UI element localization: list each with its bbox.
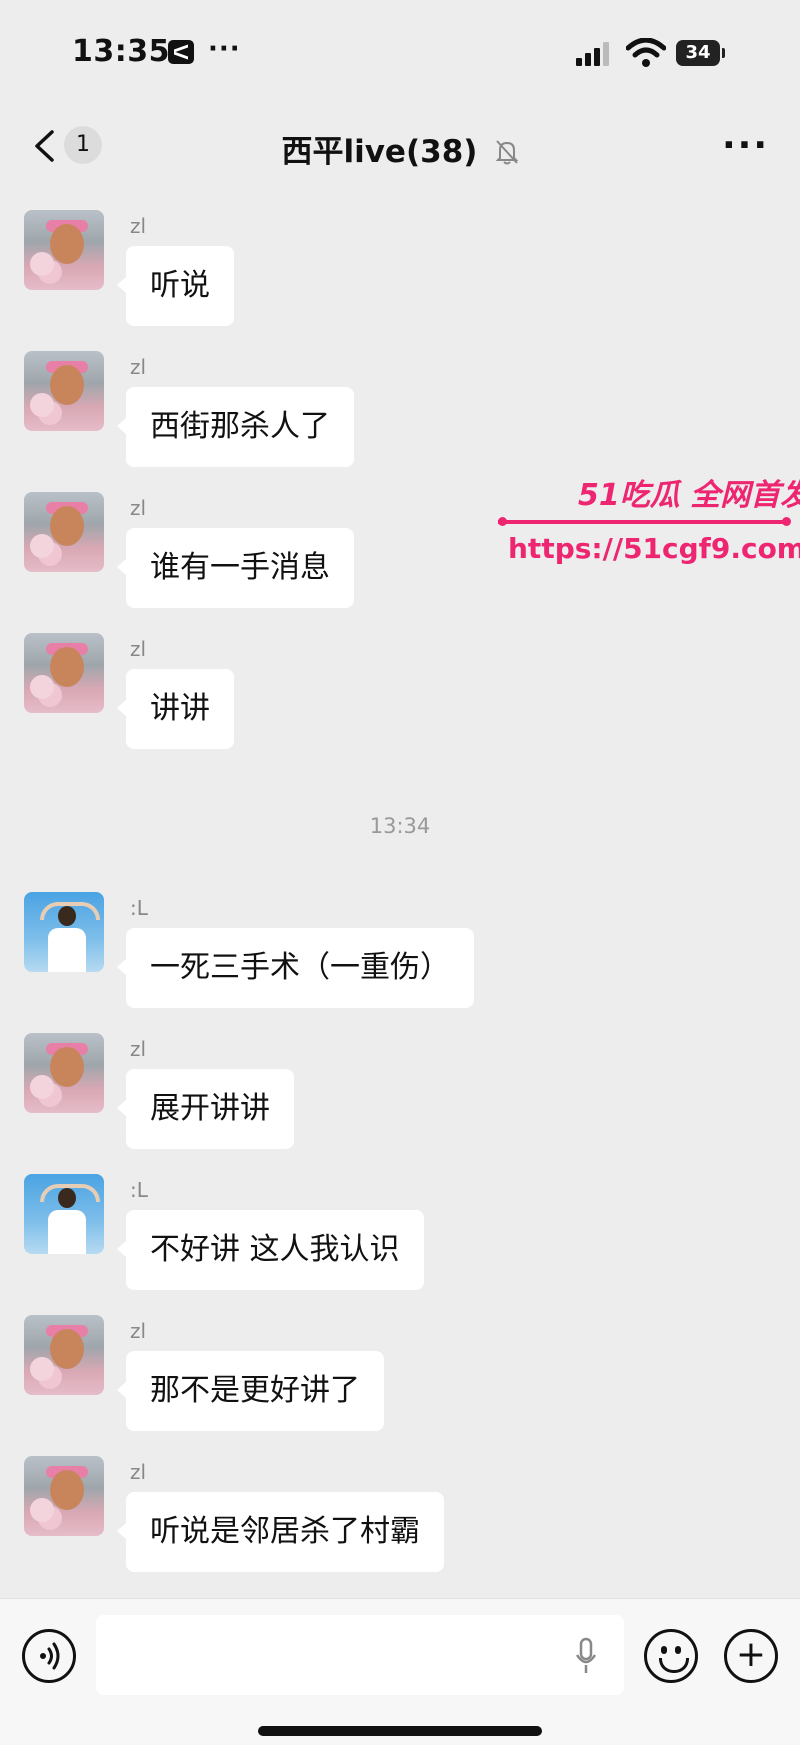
message-bubble[interactable]: 谁有一手消息 — [117, 528, 354, 608]
message-bubble[interactable]: 一死三手术（一重伤） — [117, 928, 474, 1008]
chat-title: 西平live(38) — [281, 134, 478, 170]
sender-name: zl — [130, 214, 147, 238]
person-avatar[interactable] — [24, 1174, 104, 1254]
status-more-indicator: ··· — [208, 34, 241, 64]
sender-name: zl — [130, 637, 147, 661]
mute-bell-icon — [495, 140, 518, 165]
monkey-avatar[interactable] — [24, 1033, 104, 1113]
wifi-icon — [626, 38, 666, 67]
voice-input-button[interactable] — [22, 1629, 76, 1683]
voice-wave-icon — [40, 1642, 60, 1670]
person-avatar[interactable] — [24, 892, 104, 972]
emoji-button[interactable] — [644, 1629, 698, 1683]
message-bubble[interactable]: 不好讲 这人我认识 — [117, 1210, 424, 1290]
capcut-icon — [168, 40, 194, 64]
watermark-brand: 51吃瓜 全网首发 — [578, 478, 800, 513]
watermark-dot — [498, 517, 507, 526]
sender-name: zl — [130, 1319, 147, 1343]
input-bar: + — [0, 1598, 800, 1745]
sender-name: :L — [130, 896, 148, 920]
status-time: 13:35 — [72, 34, 170, 69]
cellular-signal-icon — [576, 42, 612, 66]
battery-icon: 34 — [676, 40, 725, 66]
message-input[interactable] — [96, 1615, 624, 1695]
message-bubble[interactable]: 听说是邻居杀了村霸 — [117, 1492, 444, 1572]
message-timestamp: 13:34 — [369, 814, 431, 838]
sender-name: :L — [130, 1178, 148, 1202]
add-attachment-button[interactable]: + — [724, 1629, 778, 1683]
watermark-dot — [782, 517, 791, 526]
monkey-avatar[interactable] — [24, 1456, 104, 1536]
watermark: 51吃瓜 全网首发 https://51cgf9.com — [498, 470, 800, 580]
watermark-url: https://51cgf9.com — [508, 532, 800, 565]
microphone-icon[interactable] — [576, 1637, 596, 1677]
smiley-icon — [659, 1658, 689, 1673]
message-bubble[interactable]: 展开讲讲 — [117, 1069, 294, 1149]
message-bubble[interactable]: 那不是更好讲了 — [117, 1351, 384, 1431]
sender-name: zl — [130, 355, 147, 379]
more-options-icon[interactable]: ··· — [722, 128, 769, 164]
sender-name: zl — [130, 496, 147, 520]
monkey-avatar[interactable] — [24, 1315, 104, 1395]
watermark-divider — [498, 520, 788, 524]
message-bubble[interactable]: 西街那杀人了 — [117, 387, 354, 467]
home-indicator[interactable] — [258, 1726, 542, 1736]
monkey-avatar[interactable] — [24, 351, 104, 431]
sender-name: zl — [130, 1037, 147, 1061]
message-bubble[interactable]: 讲讲 — [117, 669, 234, 749]
monkey-avatar[interactable] — [24, 633, 104, 713]
monkey-avatar[interactable] — [24, 492, 104, 572]
message-bubble[interactable]: 听说 — [117, 246, 234, 326]
monkey-avatar[interactable] — [24, 210, 104, 290]
status-bar: 13:35 ··· 34 — [0, 0, 800, 100]
chat-header: 西平live(38) — [0, 126, 800, 171]
sender-name: zl — [130, 1460, 147, 1484]
